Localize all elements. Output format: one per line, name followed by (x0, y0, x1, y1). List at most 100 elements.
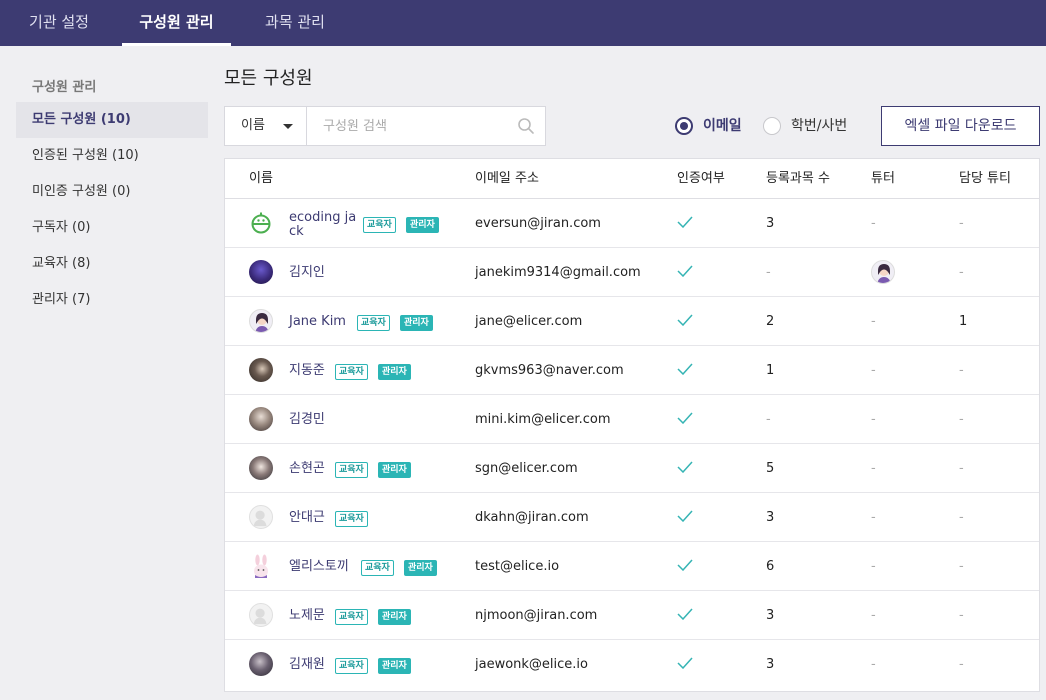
sidebar-item-all-members[interactable]: 모든 구성원 (10) (16, 102, 208, 138)
member-course-count: 6 (766, 559, 775, 574)
elice-logo-icon (249, 211, 273, 235)
admin-badge: 관리자 (404, 560, 437, 576)
tab-course-management[interactable]: 과목 관리 (250, 0, 340, 46)
member-course-count: - (766, 265, 771, 280)
table-row[interactable]: 김재원 교육자 관리자 jaewonk@elice.io 3 - - (225, 640, 1039, 689)
member-name-link[interactable]: 안대근 (289, 493, 325, 542)
sidebar-item-unverified-members[interactable]: 미인증 구성원 (0) (16, 174, 208, 210)
educator-badge: 교육자 (357, 315, 390, 331)
member-email: mini.kim@elicer.com (475, 412, 611, 427)
member-name-link[interactable]: 손현곤 (289, 444, 325, 493)
sidebar-item-verified-members[interactable]: 인증된 구성원 (10) (16, 138, 208, 174)
tutor-avatar-icon[interactable] (871, 260, 895, 284)
member-name-link[interactable]: 엘리스토끼 (289, 542, 349, 591)
member-course-count: 3 (766, 657, 775, 672)
check-icon (677, 608, 693, 620)
table-row[interactable]: Jane Kim 교육자 관리자 jane@elicer.com 2 - 1 (225, 297, 1039, 346)
radio-student-id-label: 학번/사번 (791, 118, 848, 134)
member-name-link[interactable]: Jane Kim (289, 297, 346, 346)
default-avatar-icon (249, 603, 273, 627)
table-row[interactable]: ecoding jack 교육자 관리자 eversun@jiran.com 3… (225, 199, 1039, 248)
member-tutee: - (959, 461, 964, 476)
member-tutor: - (871, 314, 876, 329)
page-title: 모든 구성원 (224, 68, 313, 89)
table-row[interactable]: 안대근 교육자 dkahn@jiran.com 3 - - (225, 493, 1039, 542)
sidebar-item-educators[interactable]: 교육자 (8) (16, 246, 208, 282)
admin-badge: 관리자 (378, 609, 411, 625)
check-icon (677, 412, 693, 424)
photo-avatar-icon (249, 456, 273, 480)
educator-badge: 교육자 (335, 364, 368, 380)
sidebar-item-admins[interactable]: 관리자 (7) (16, 282, 208, 318)
header-verified: 인증여부 (677, 171, 725, 186)
sidebar-item-subscribers[interactable]: 구독자 (0) (16, 210, 208, 246)
member-email: sgn@elicer.com (475, 461, 578, 476)
table-row[interactable]: 노제문 교육자 관리자 njmoon@jiran.com 3 - - (225, 591, 1039, 640)
check-icon (677, 559, 693, 571)
member-name-link[interactable]: 노제문 (289, 591, 325, 640)
member-tutee: - (959, 216, 964, 231)
member-course-count: 1 (766, 363, 775, 378)
member-name-link[interactable]: 김재원 (289, 640, 325, 689)
member-tutee: - (959, 363, 964, 378)
member-name-link[interactable]: 지동준 (289, 346, 325, 395)
tab-member-management[interactable]: 구성원 관리 (122, 0, 231, 46)
table-row[interactable]: 김경민 mini.kim@elicer.com - - - (225, 395, 1039, 444)
admin-badge: 관리자 (400, 315, 433, 331)
table-row[interactable]: 엘리스토끼 교육자 관리자 test@elice.io 6 - - (225, 542, 1039, 591)
member-tutor: - (871, 363, 876, 378)
header-tutor: 튜터 (871, 171, 895, 186)
table-row[interactable]: 김지인 janekim9314@gmail.com - - (225, 248, 1039, 297)
member-name-link[interactable]: 김지인 (289, 248, 325, 297)
admin-badge: 관리자 (406, 217, 439, 233)
excel-download-button[interactable]: 엑셀 파일 다운로드 (881, 106, 1040, 146)
member-email: njmoon@jiran.com (475, 608, 598, 623)
check-icon (677, 216, 693, 228)
member-email: gkvms963@naver.com (475, 363, 624, 378)
member-course-count: 3 (766, 510, 775, 525)
header-tutee: 담당 튜티 (959, 171, 1011, 186)
girl-avatar-icon (249, 309, 273, 333)
member-tutor: - (871, 412, 876, 427)
member-course-count: 3 (766, 216, 775, 231)
educator-badge: 교육자 (335, 511, 368, 527)
check-icon (677, 461, 693, 473)
header-email: 이메일 주소 (475, 171, 539, 186)
member-tutee: - (959, 657, 964, 672)
search-field-select[interactable]: 이름 (225, 107, 307, 145)
table-row[interactable]: 지동준 교육자 관리자 gkvms963@naver.com 1 - - (225, 346, 1039, 395)
check-icon (677, 363, 693, 375)
member-email: eversun@jiran.com (475, 216, 601, 231)
header-name: 이름 (249, 171, 273, 186)
search-input[interactable] (309, 108, 509, 144)
check-icon (677, 510, 693, 522)
table-header: 이름 이메일 주소 인증여부 등록과목 수 튜터 담당 튜티 (225, 159, 1039, 199)
radio-student-id[interactable]: 학번/사번 (763, 116, 863, 136)
table-row[interactable]: 손현곤 교육자 관리자 sgn@elicer.com 5 - - (225, 444, 1039, 493)
members-table: 이름 이메일 주소 인증여부 등록과목 수 튜터 담당 튜티 ecoding j… (224, 158, 1040, 692)
member-tutor: - (871, 559, 876, 574)
radio-circle (675, 117, 693, 135)
member-email: jane@elicer.com (475, 314, 583, 329)
top-nav: 기관 설정 구성원 관리 과목 관리 (0, 0, 1046, 46)
educator-badge: 교육자 (335, 658, 368, 674)
admin-badge: 관리자 (378, 364, 411, 380)
radio-email-label: 이메일 (703, 118, 742, 134)
educator-badge: 교육자 (363, 217, 396, 233)
radio-email[interactable]: 이메일 (675, 116, 755, 136)
educator-badge: 교육자 (335, 609, 368, 625)
educator-badge: 교육자 (335, 462, 368, 478)
member-tutee: - (959, 265, 964, 280)
radio-circle (763, 117, 781, 135)
member-tutor: - (871, 608, 876, 623)
member-name-link[interactable]: ecoding jack (289, 211, 357, 239)
member-tutee: - (959, 412, 964, 427)
caret-down-icon (283, 124, 293, 129)
member-course-count: 5 (766, 461, 775, 476)
search-icon[interactable] (517, 117, 535, 135)
member-tutor: - (871, 510, 876, 525)
check-icon (677, 657, 693, 669)
purple-avatar-icon (249, 260, 273, 284)
tab-org-settings[interactable]: 기관 설정 (14, 0, 104, 46)
member-name-link[interactable]: 김경민 (289, 395, 325, 444)
